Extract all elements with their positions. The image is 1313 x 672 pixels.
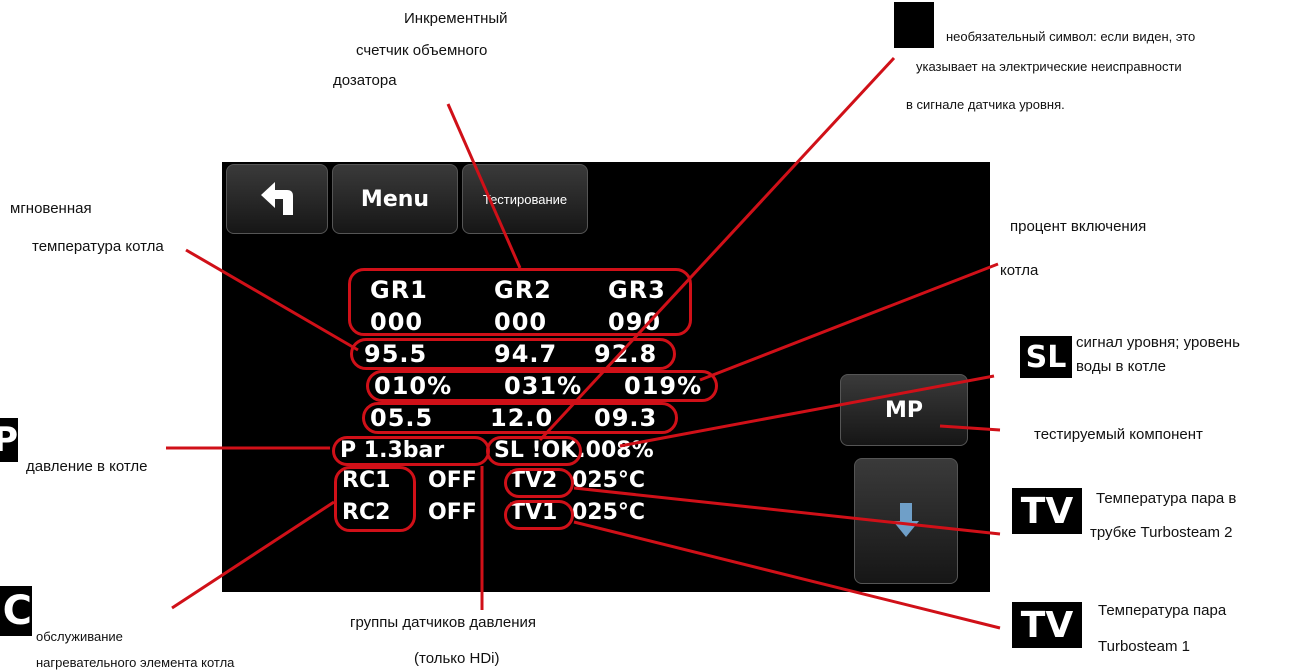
optional-symbol-line2: указывает на электрические неисправности [916, 59, 1182, 74]
heater-service-line2: нагревательного элемента котла [36, 655, 235, 670]
level-signal-line1: сигнал уровня; уровень [1076, 334, 1240, 351]
p-icon: P [0, 418, 18, 462]
incremental-counter-line1: Инкрементный [404, 10, 508, 27]
optional-symbol-line3: в сигнале датчика уровня. [906, 97, 1065, 112]
sl-icon: SL [1020, 336, 1072, 378]
optional-fault-symbol [894, 2, 934, 48]
instant-temp-line1: мгновенная [10, 200, 92, 217]
tv1-line1: Температура пара [1098, 602, 1227, 619]
tv2-line1: Температура пара в [1096, 490, 1237, 507]
tv1-icon: TV [1012, 602, 1082, 648]
rc-icon: C [0, 586, 32, 636]
tested-component-label: тестируемый компонент [1034, 426, 1203, 443]
percent-on-line1: процент включения [1010, 218, 1147, 235]
level-signal-line2: воды в котле [1076, 358, 1167, 375]
incremental-counter-line3: дозатора [333, 72, 397, 89]
heater-service-line1: обслуживание [36, 629, 123, 644]
tv1-line2: Turbosteam 1 [1098, 638, 1190, 655]
pressure-label: давление в котле [26, 458, 148, 475]
tv2-icon: TV [1012, 488, 1082, 534]
percent-on-line2: котла [1000, 262, 1039, 279]
optional-symbol-line1: необязательный символ: если виден, это [946, 29, 1196, 44]
tv2-line2: трубке Turbosteam 2 [1090, 524, 1233, 541]
incremental-counter-line2: счетчик объемного [356, 42, 488, 59]
pressure-groups-line1: группы датчиков давления [350, 614, 536, 631]
pressure-groups-line2: (только HDi) [414, 650, 500, 667]
instant-temp-line2: температура котла [32, 238, 164, 255]
